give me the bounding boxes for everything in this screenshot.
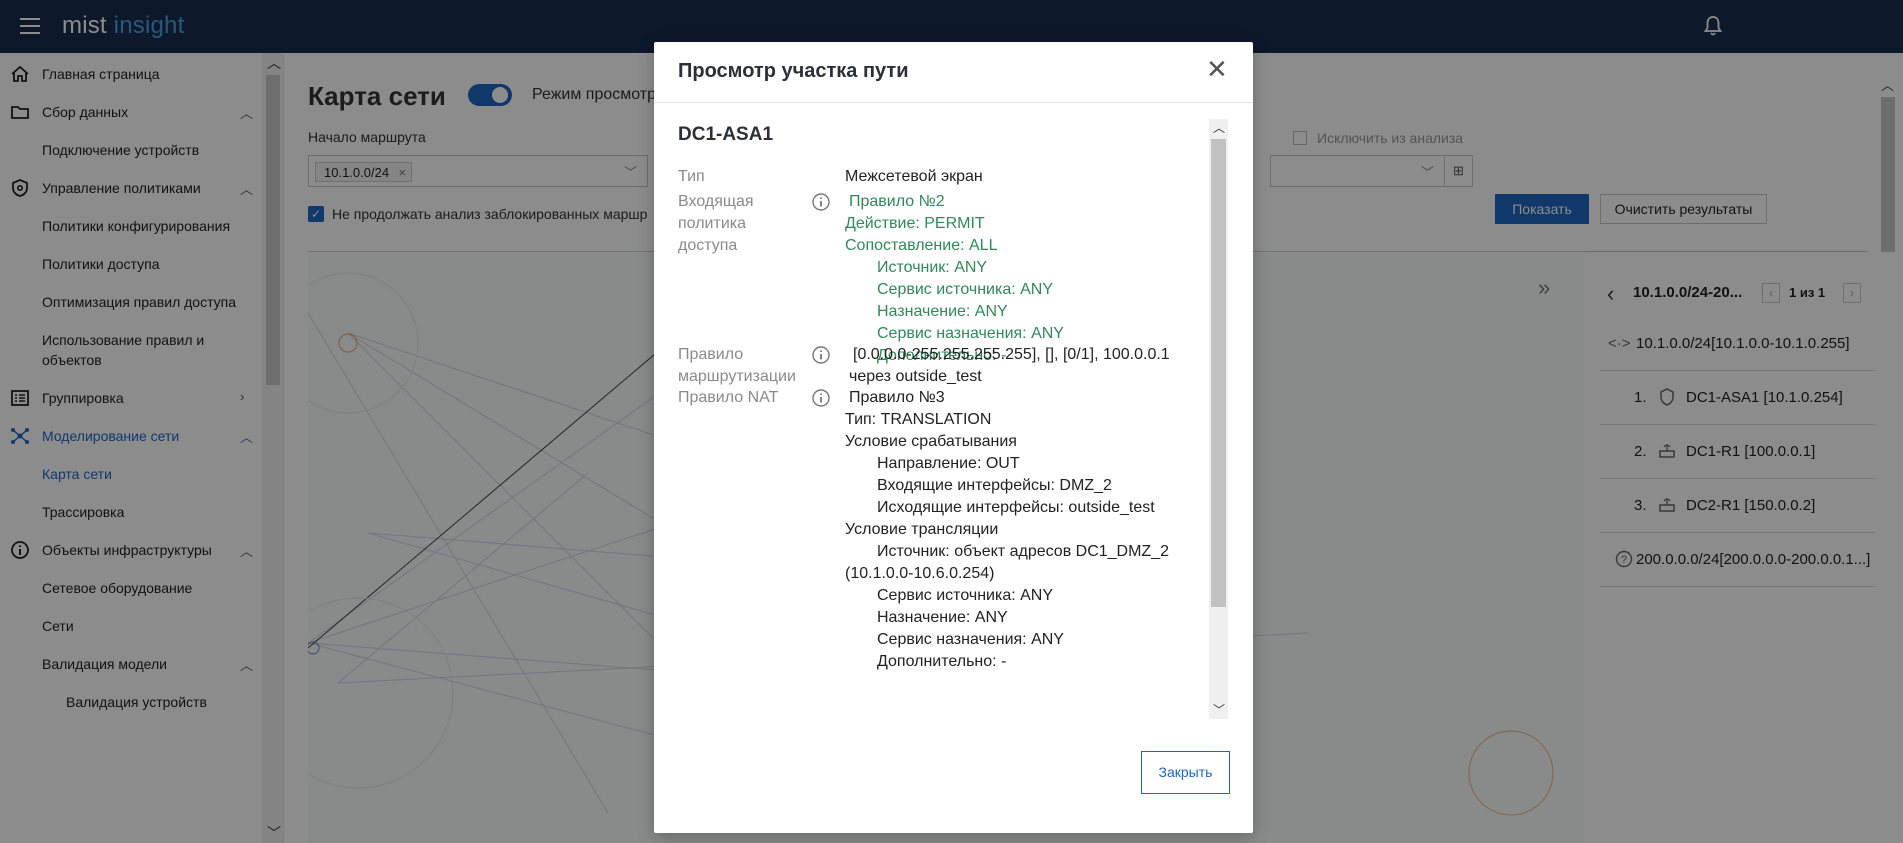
close-icon[interactable]: ✕ xyxy=(1206,56,1228,82)
modal-scrollbar[interactable]: ︿ ﹀ xyxy=(1209,119,1228,719)
inbound-destination-service: Сервис назначения: ANY xyxy=(877,325,1064,342)
nat-trigger-heading: Условие срабатывания xyxy=(845,433,1017,450)
routing-rule-line: [0.0.0.0-255.255.255.255], [], [0/1], 10… xyxy=(853,346,1170,363)
info-icon[interactable] xyxy=(811,192,831,212)
inbound-action: Действие: PERMIT xyxy=(845,215,985,232)
inbound-policy-label-line: Входящая xyxy=(678,193,754,210)
device-name: DC1-ASA1 xyxy=(678,124,774,145)
info-icon[interactable] xyxy=(811,388,831,408)
inbound-destination: Назначение: ANY xyxy=(877,303,1008,320)
nat-source-range: (10.1.0.0-10.6.0.254) xyxy=(845,565,995,582)
nat-translation-heading: Условие трансляции xyxy=(845,521,999,538)
routing-rule-label-line: маршрутизации xyxy=(678,368,796,385)
nat-extra: Дополнительно: - xyxy=(877,653,1007,670)
nat-rule-label: Правило NAT xyxy=(678,389,779,406)
scrollbar-thumb[interactable] xyxy=(1211,139,1226,607)
modal-header-divider xyxy=(654,102,1253,103)
scroll-down-icon[interactable]: ﹀ xyxy=(1213,701,1225,718)
inbound-match: Сопоставление: ALL xyxy=(845,237,998,254)
routing-rule-label: Правило маршрутизации xyxy=(678,344,798,388)
inbound-policy-label-line: доступа xyxy=(678,237,738,254)
inbound-source-service: Сервис источника: ANY xyxy=(877,281,1054,298)
inbound-policy-value: Правило №2 Действие: PERMIT Сопоставлени… xyxy=(845,191,1064,367)
inbound-source: Источник: ANY xyxy=(877,259,988,276)
nat-source: Источник: объект адресов DC1_DMZ_2 xyxy=(877,543,1169,560)
nat-destination-service: Сервис назначения: ANY xyxy=(877,631,1064,648)
routing-rule-value: [0.0.0.0-255.255.255.255], [], [0/1], 10… xyxy=(845,344,1170,388)
nat-type: Тип: TRANSLATION xyxy=(845,411,992,428)
nat-rule: Правило №3 xyxy=(849,389,945,406)
info-icon[interactable] xyxy=(811,345,831,365)
scroll-up-icon[interactable]: ︿ xyxy=(1213,119,1225,136)
nat-source-service: Сервис источника: ANY xyxy=(877,587,1054,604)
routing-rule-label-line: Правило xyxy=(678,346,744,363)
routing-rule-line: через outside_test xyxy=(849,368,982,385)
nat-destination: Назначение: ANY xyxy=(877,609,1008,626)
inbound-policy-label: Входящая политика доступа xyxy=(678,191,798,257)
modal-body: DC1-ASA1 Тип Межсетевой экран Входящая п… xyxy=(678,118,1213,718)
type-label: Тип xyxy=(678,168,705,185)
nat-out-interfaces: Исходящие интерфейсы: outside_test xyxy=(877,499,1155,516)
inbound-policy-label-line: политика xyxy=(678,215,746,232)
nat-direction: Направление: OUT xyxy=(877,455,1020,472)
type-value: Межсетевой экран xyxy=(845,168,983,185)
modal-close-button[interactable]: Закрыть xyxy=(1141,751,1230,794)
nat-in-interfaces: Входящие интерфейсы: DMZ_2 xyxy=(877,477,1112,494)
nat-rule-value: Правило №3 Тип: TRANSLATION Условие сраб… xyxy=(845,387,1169,673)
inbound-rule: Правило №2 xyxy=(849,193,945,210)
path-segment-modal: Просмотр участка пути ✕ DC1-ASA1 Тип Меж… xyxy=(654,42,1253,833)
modal-title: Просмотр участка пути xyxy=(678,60,909,82)
